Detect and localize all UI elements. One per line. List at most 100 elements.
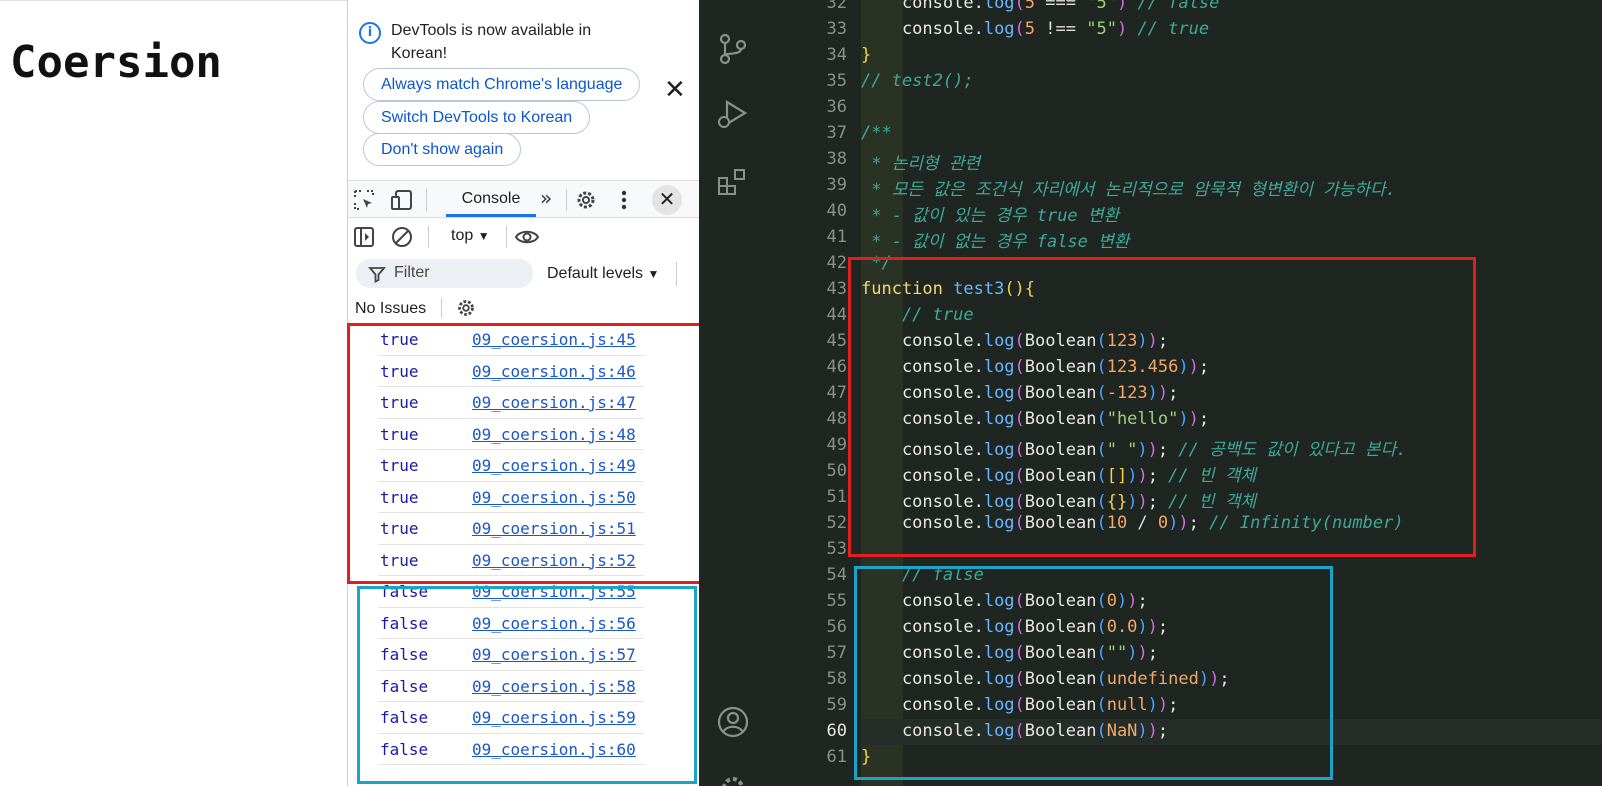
code-token: "5" xyxy=(1086,19,1117,39)
issues-bar: No Issues xyxy=(348,292,700,324)
line-number: 59 xyxy=(826,695,847,715)
code-token: * - 값이 있는 경우 true 변환 xyxy=(861,206,1120,226)
code-line: } xyxy=(861,45,871,65)
code-token: === xyxy=(1035,0,1087,13)
context-value: top xyxy=(451,227,474,244)
divider xyxy=(506,226,507,248)
line-number: 49 xyxy=(826,435,847,455)
code-token: log xyxy=(983,0,1015,13)
code-token: !== xyxy=(1035,19,1087,39)
eye-icon[interactable] xyxy=(514,224,540,250)
close-devtools-icon[interactable]: ✕ xyxy=(652,185,682,215)
line-number: 46 xyxy=(826,357,847,377)
code-token: ( xyxy=(1014,0,1025,13)
line-number: 45 xyxy=(826,331,847,351)
divider xyxy=(426,189,427,211)
code-token: } xyxy=(861,45,872,65)
banner-message: DevTools is now available in Korean! xyxy=(391,22,592,62)
code-token: // test2(); xyxy=(861,71,974,91)
devtools-tabbar: Console » ✕ xyxy=(348,180,700,218)
line-number: 38 xyxy=(826,149,847,169)
account-icon[interactable] xyxy=(715,704,751,740)
line-number-gutter: 32 33 34 35 36 37 38 39 40 41 42 43 44 45 46 47 48 49 50 51… xyxy=(767,0,857,786)
line-number: 35 xyxy=(826,71,847,91)
line-number: 51 xyxy=(826,487,847,507)
more-tabs-icon[interactable]: » xyxy=(540,186,552,210)
code-line: // test2(); xyxy=(861,71,974,91)
highlight-box-red xyxy=(848,257,1476,557)
code-token: // false xyxy=(1127,0,1220,13)
line-number: 61 xyxy=(826,747,847,767)
code-token: * - 값이 없는 경우 false 변환 xyxy=(861,232,1130,252)
clear-icon[interactable] xyxy=(389,224,415,250)
code-line: /** xyxy=(861,123,892,143)
highlight-box-blue xyxy=(854,566,1333,780)
code-token: console. xyxy=(861,19,984,39)
issues-label[interactable]: No Issues xyxy=(355,300,426,318)
web-page: Coersion xyxy=(0,0,347,786)
line-number: 60 xyxy=(826,721,847,741)
filter-icon xyxy=(368,267,386,283)
line-number: 52 xyxy=(826,513,847,533)
gear-icon[interactable] xyxy=(573,187,599,213)
code-token: * 모든 값은 조건식 자리에서 논리적으로 암묵적 형변환이 가능하다. xyxy=(861,180,1396,200)
gear-icon[interactable] xyxy=(454,296,478,320)
line-number: 33 xyxy=(826,19,847,39)
run-debug-icon[interactable] xyxy=(715,96,751,132)
language-banner: i DevTools is now available in Korean! A… xyxy=(348,0,700,180)
line-number: 47 xyxy=(826,383,847,403)
dropdown-arrow-icon: ▼ xyxy=(477,229,490,243)
line-number: 48 xyxy=(826,409,847,429)
line-number: 53 xyxy=(826,539,847,559)
manage-icon[interactable] xyxy=(715,770,751,786)
code-token: // true xyxy=(1127,19,1210,39)
line-number: 50 xyxy=(826,461,847,481)
line-number: 34 xyxy=(826,45,847,65)
line-number: 57 xyxy=(826,643,847,663)
highlight-box-blue xyxy=(357,586,697,784)
extensions-icon[interactable] xyxy=(715,164,751,200)
code-line: * - 값이 없는 경우 false 변환 xyxy=(861,227,1129,252)
filter-input[interactable]: Filter xyxy=(356,259,533,288)
code-token: ) xyxy=(1116,0,1128,13)
line-number: 40 xyxy=(826,201,847,221)
code-token: ) xyxy=(1116,19,1128,39)
activity-bar xyxy=(699,0,767,786)
code-line: console.log(5 === "5") // false xyxy=(861,0,1219,13)
code-line: console.log(5 !== "5") // true xyxy=(861,19,1209,39)
log-levels-dropdown[interactable]: Default levels ▼ xyxy=(547,265,659,283)
sidebar-icon[interactable] xyxy=(351,224,377,250)
line-number: 58 xyxy=(826,669,847,689)
filter-bar: Filter Default levels ▼ xyxy=(348,256,700,292)
line-number: 32 xyxy=(826,0,847,13)
filter-placeholder: Filter xyxy=(394,264,430,281)
context-selector[interactable]: top ▼ xyxy=(451,227,490,245)
code-token: console. xyxy=(861,0,984,13)
close-icon[interactable]: ✕ xyxy=(664,76,686,102)
tab-console[interactable]: Console xyxy=(446,181,536,217)
divider xyxy=(676,262,677,286)
device-icon[interactable] xyxy=(389,187,415,213)
source-control-icon[interactable] xyxy=(715,31,751,67)
line-number: 54 xyxy=(826,565,847,585)
code-token: log xyxy=(983,19,1015,39)
always-match-language-button[interactable]: Always match Chrome's language xyxy=(363,68,641,101)
more-vert-icon[interactable] xyxy=(611,187,637,213)
code-token: 5 xyxy=(1024,19,1036,39)
code-token: "5" xyxy=(1086,0,1117,13)
divider xyxy=(566,189,567,211)
divider xyxy=(441,298,442,318)
code-line: * - 값이 있는 경우 true 변환 xyxy=(861,201,1119,226)
line-number: 36 xyxy=(826,97,847,117)
line-number: 56 xyxy=(826,617,847,637)
switch-to-korean-button[interactable]: Switch DevTools to Korean xyxy=(363,101,591,134)
code-token: 5 xyxy=(1024,0,1036,13)
line-number: 39 xyxy=(826,175,847,195)
info-icon: i xyxy=(359,22,381,44)
line-number: 55 xyxy=(826,591,847,611)
line-number: 42 xyxy=(826,253,847,273)
line-number: 37 xyxy=(826,123,847,143)
line-number: 43 xyxy=(826,279,847,299)
dont-show-again-button[interactable]: Don't show again xyxy=(363,133,522,166)
inspect-icon[interactable] xyxy=(351,187,377,213)
